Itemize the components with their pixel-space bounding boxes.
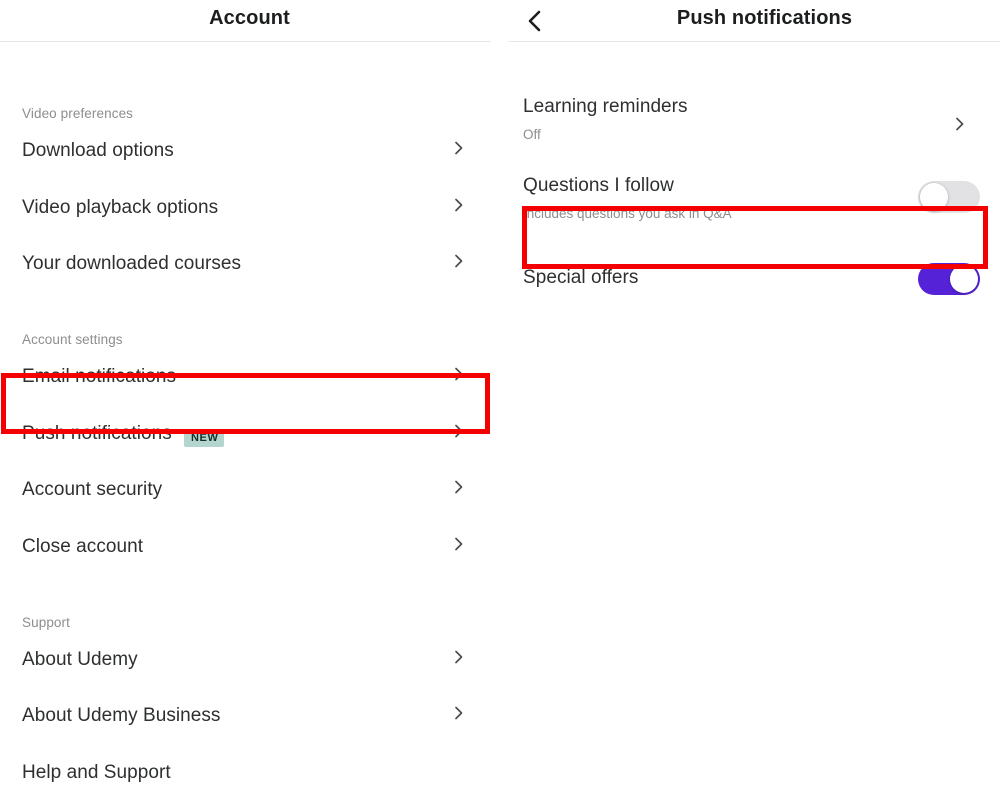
list-item-special-offers[interactable]: Special offers bbox=[501, 258, 1000, 302]
chevron-right-icon bbox=[451, 705, 467, 721]
row-subtitle: Includes questions you ask in Q&A bbox=[523, 206, 732, 221]
row-label: Video playback options bbox=[22, 197, 219, 218]
row-label: About Udemy Business bbox=[22, 705, 221, 726]
chevron-right-icon bbox=[451, 536, 467, 552]
row-label: Learning reminders bbox=[523, 96, 688, 117]
toggle-special-offers[interactable] bbox=[918, 263, 980, 295]
row-label: Close account bbox=[22, 536, 144, 557]
sidebar-item-about-udemy[interactable]: About Udemy bbox=[0, 649, 499, 705]
section-header-video-preferences: Video preferences bbox=[22, 106, 134, 121]
section-header-support: Support bbox=[22, 615, 70, 630]
page-title: Account bbox=[209, 7, 290, 29]
row-label: Email notifications bbox=[22, 366, 177, 387]
row-label: Account security bbox=[22, 479, 163, 500]
list-item-questions-i-follow[interactable]: Questions I follow Includes questions yo… bbox=[501, 173, 1000, 235]
chevron-right-icon bbox=[451, 140, 467, 156]
sidebar-item-push-notifications[interactable]: Push notifications NEW bbox=[0, 423, 499, 479]
sidebar-item-email-notifications[interactable]: Email notifications bbox=[0, 366, 499, 422]
sidebar-item-your-downloaded-courses[interactable]: Your downloaded courses bbox=[0, 253, 499, 309]
chevron-right-icon bbox=[952, 116, 968, 132]
account-screen: Account Video preferences Download optio… bbox=[0, 0, 499, 809]
row-label: Questions I follow bbox=[523, 175, 674, 196]
chevron-right-icon bbox=[451, 197, 467, 213]
row-label: Push notifications bbox=[22, 423, 172, 444]
sidebar-item-video-playback-options[interactable]: Video playback options bbox=[0, 197, 499, 253]
sidebar-item-about-udemy-business[interactable]: About Udemy Business bbox=[0, 705, 499, 761]
toggle-knob bbox=[950, 265, 978, 293]
row-subtitle: Off bbox=[523, 127, 541, 142]
row-label: Your downloaded courses bbox=[22, 253, 242, 274]
toggle-knob bbox=[920, 183, 948, 211]
sidebar-item-help-and-support[interactable]: Help and Support bbox=[0, 762, 499, 809]
list-item-learning-reminders[interactable]: Learning reminders Off bbox=[501, 94, 1000, 156]
chevron-right-icon bbox=[451, 479, 467, 495]
dual-screenshot-container: Account Video preferences Download optio… bbox=[0, 0, 1000, 809]
page-title: Push notifications bbox=[676, 7, 853, 29]
row-label: Help and Support bbox=[22, 762, 171, 783]
push-notifications-header: Push notifications bbox=[501, 0, 1000, 42]
sidebar-item-account-security[interactable]: Account security bbox=[0, 479, 499, 535]
status-badge-new: NEW bbox=[184, 430, 225, 447]
push-notifications-screen: Push notifications Learning reminders Of… bbox=[501, 0, 1000, 809]
section-header-account-settings: Account settings bbox=[22, 332, 123, 347]
chevron-right-icon bbox=[451, 253, 467, 269]
sidebar-item-download-options[interactable]: Download options bbox=[0, 140, 499, 196]
chevron-right-icon bbox=[451, 649, 467, 665]
chevron-right-icon bbox=[451, 366, 467, 382]
row-label: Special offers bbox=[523, 267, 639, 288]
account-header: Account bbox=[0, 0, 499, 42]
row-label: Download options bbox=[22, 140, 174, 161]
sidebar-item-close-account[interactable]: Close account bbox=[0, 536, 499, 592]
row-label: About Udemy bbox=[22, 649, 138, 670]
chevron-right-icon bbox=[451, 423, 467, 439]
toggle-questions-i-follow[interactable] bbox=[918, 181, 980, 213]
